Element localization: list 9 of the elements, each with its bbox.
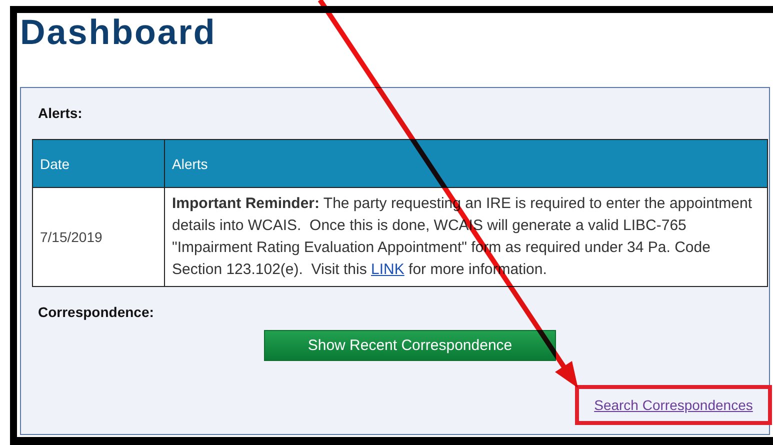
column-header: Date (32, 140, 164, 188)
show-correspondence-button[interactable]: Show Recent Correspondence (264, 330, 556, 361)
section-label: Correspondence: (38, 304, 155, 322)
link[interactable]: LINK (371, 261, 404, 278)
column-header: Alerts (164, 140, 768, 188)
section-label: Alerts: (38, 105, 84, 123)
page-title: Dashboard (20, 13, 218, 54)
search-correspondences-link[interactable]: Search Correspondences (594, 397, 753, 413)
date-cell: 7/15/2019 (32, 188, 164, 286)
